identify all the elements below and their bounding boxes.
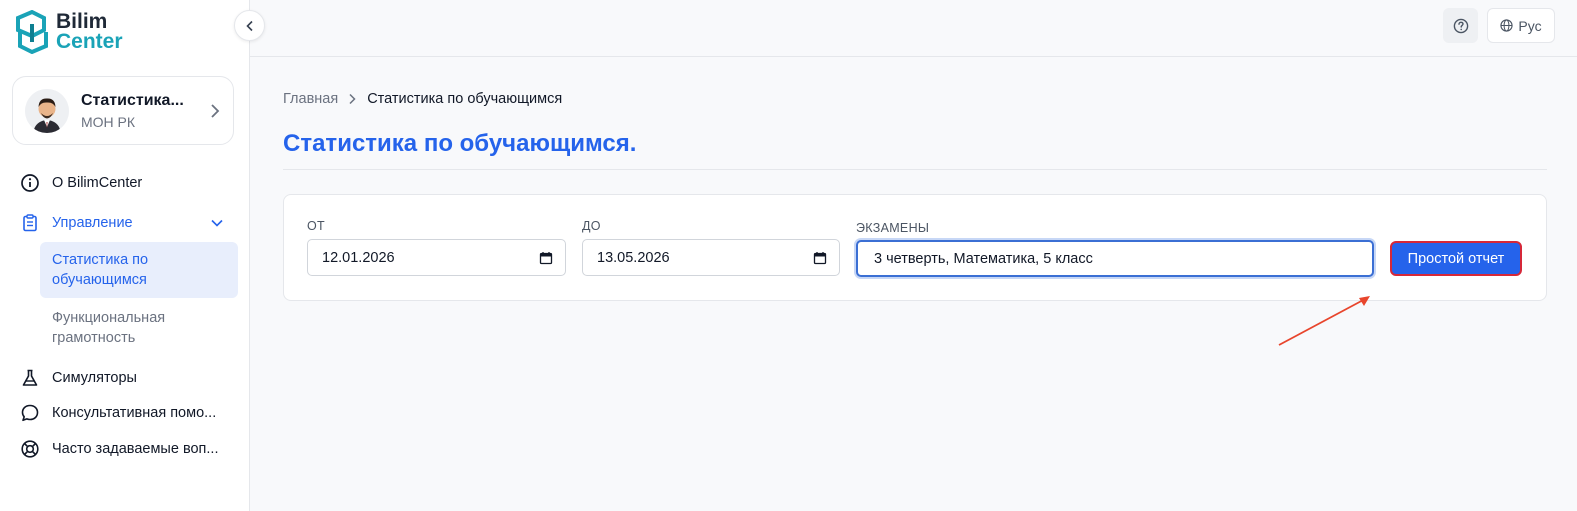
chat-bubble-icon	[21, 404, 39, 422]
help-button[interactable]	[1443, 8, 1478, 43]
chevron-down-icon	[211, 219, 223, 227]
from-date-value: 12.01.2026	[322, 249, 395, 266]
logo-text-center: Center	[56, 30, 123, 53]
sidebar-subitem-functional-literacy[interactable]: Функциональная грамотность	[40, 300, 238, 356]
sidebar-item-simulators[interactable]: Симуляторы	[20, 368, 137, 388]
sidebar-item-consult-label: Консультативная помо...	[52, 405, 217, 421]
chevron-left-icon	[245, 20, 253, 31]
from-date-input[interactable]: 12.01.2026	[307, 239, 566, 276]
sidebar-item-about-label: О BilimCenter	[52, 175, 143, 191]
page-title: Статистика по обучающимся.	[283, 130, 637, 157]
exams-label: ЭКЗАМЕНЫ	[856, 221, 930, 235]
to-date-label: ДО	[582, 219, 601, 233]
globe-icon	[1500, 19, 1514, 32]
sidebar-item-consult[interactable]: Консультативная помо...	[20, 403, 216, 423]
logo-text-bilim: Bilim	[56, 10, 108, 33]
logo-mark-icon	[16, 10, 48, 54]
sidebar-item-faq-label: Часто задаваемые воп...	[52, 441, 219, 457]
sidebar-item-management[interactable]: Управление	[20, 213, 225, 233]
calendar-icon	[539, 251, 553, 264]
chevron-right-icon	[211, 103, 220, 118]
profile-org: МОН РК	[81, 113, 136, 130]
sidebar-item-faq[interactable]: Часто задаваемые воп...	[20, 439, 218, 459]
avatar	[25, 88, 69, 133]
sidebar-item-management-label: Управление	[52, 215, 133, 231]
breadcrumb: Главная Статистика по обучающимся	[283, 91, 562, 107]
breadcrumb-current: Статистика по обучающимся	[367, 91, 563, 107]
sidebar-item-simulators-label: Симуляторы	[52, 370, 137, 386]
exams-value: 3 четверть, Математика, 5 класс	[874, 250, 1093, 267]
language-selector[interactable]: Рус	[1487, 8, 1555, 43]
to-date-input[interactable]: 13.05.2026	[582, 239, 840, 276]
from-date-label: ОТ	[307, 219, 325, 233]
exams-select[interactable]: 3 четверть, Математика, 5 класс	[856, 240, 1374, 277]
sidebar: Bilim Center Статистика... МОН РК О Bili…	[0, 0, 250, 511]
sidebar-item-about[interactable]: О BilimCenter	[20, 173, 142, 193]
lifebuoy-icon	[21, 440, 39, 458]
sidebar-subitem-student-stats[interactable]: Статистика по обучающимся	[40, 242, 238, 298]
simple-report-button[interactable]: Простой отчет	[1390, 241, 1522, 276]
bilimcenter-logo[interactable]: Bilim Center	[14, 10, 123, 54]
calendar-icon	[813, 251, 827, 264]
flask-icon	[22, 369, 38, 386]
breadcrumb-home[interactable]: Главная	[283, 91, 338, 107]
to-date-value: 13.05.2026	[597, 249, 670, 266]
info-icon	[21, 174, 39, 192]
annotation-arrow-icon	[1278, 296, 1370, 346]
profile-name: Статистика...	[81, 91, 184, 109]
help-circle-icon	[1453, 18, 1468, 33]
title-divider	[283, 169, 1547, 170]
profile-card[interactable]: Статистика... МОН РК	[12, 76, 234, 145]
chevron-right-icon	[349, 93, 356, 105]
clipboard-icon	[23, 214, 37, 232]
sidebar-collapse-button[interactable]	[234, 10, 265, 41]
top-bar	[250, 0, 1577, 57]
language-label: Рус	[1518, 17, 1542, 34]
